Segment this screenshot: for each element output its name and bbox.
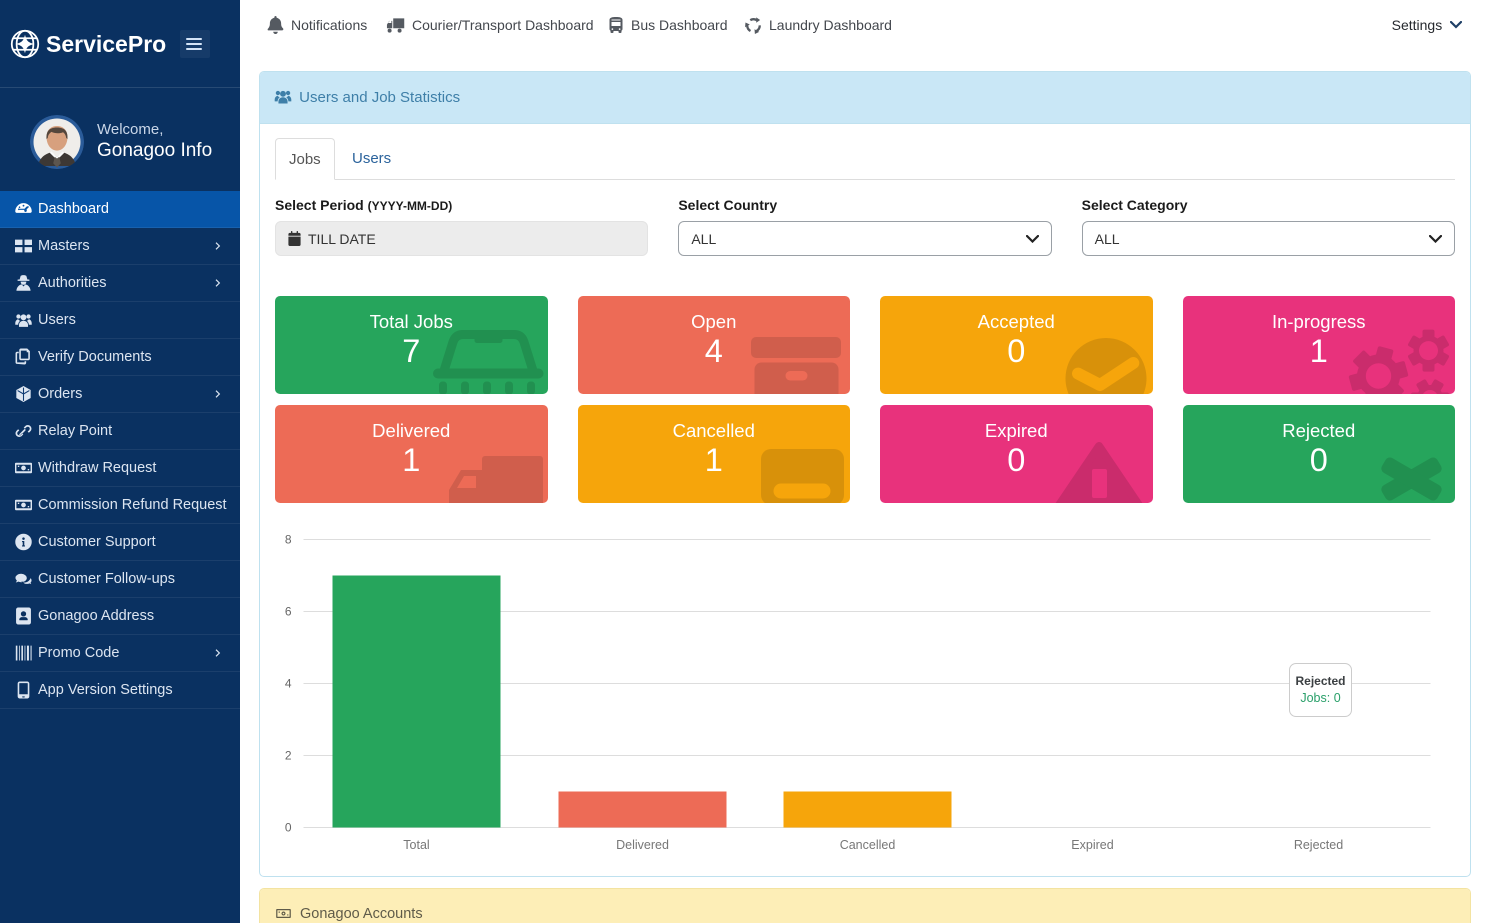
svg-text:0: 0 [285,820,292,834]
svg-text:Expired: Expired [1071,838,1113,852]
svg-text:6: 6 [285,604,292,618]
svg-text:8: 8 [285,532,292,546]
svg-text:Cancelled: Cancelled [840,838,896,852]
svg-text:Rejected: Rejected [1294,838,1343,852]
svg-text:Total: Total [403,838,429,852]
svg-text:2: 2 [285,748,292,762]
svg-text:4: 4 [285,676,292,690]
svg-text:Delivered: Delivered [616,838,669,852]
